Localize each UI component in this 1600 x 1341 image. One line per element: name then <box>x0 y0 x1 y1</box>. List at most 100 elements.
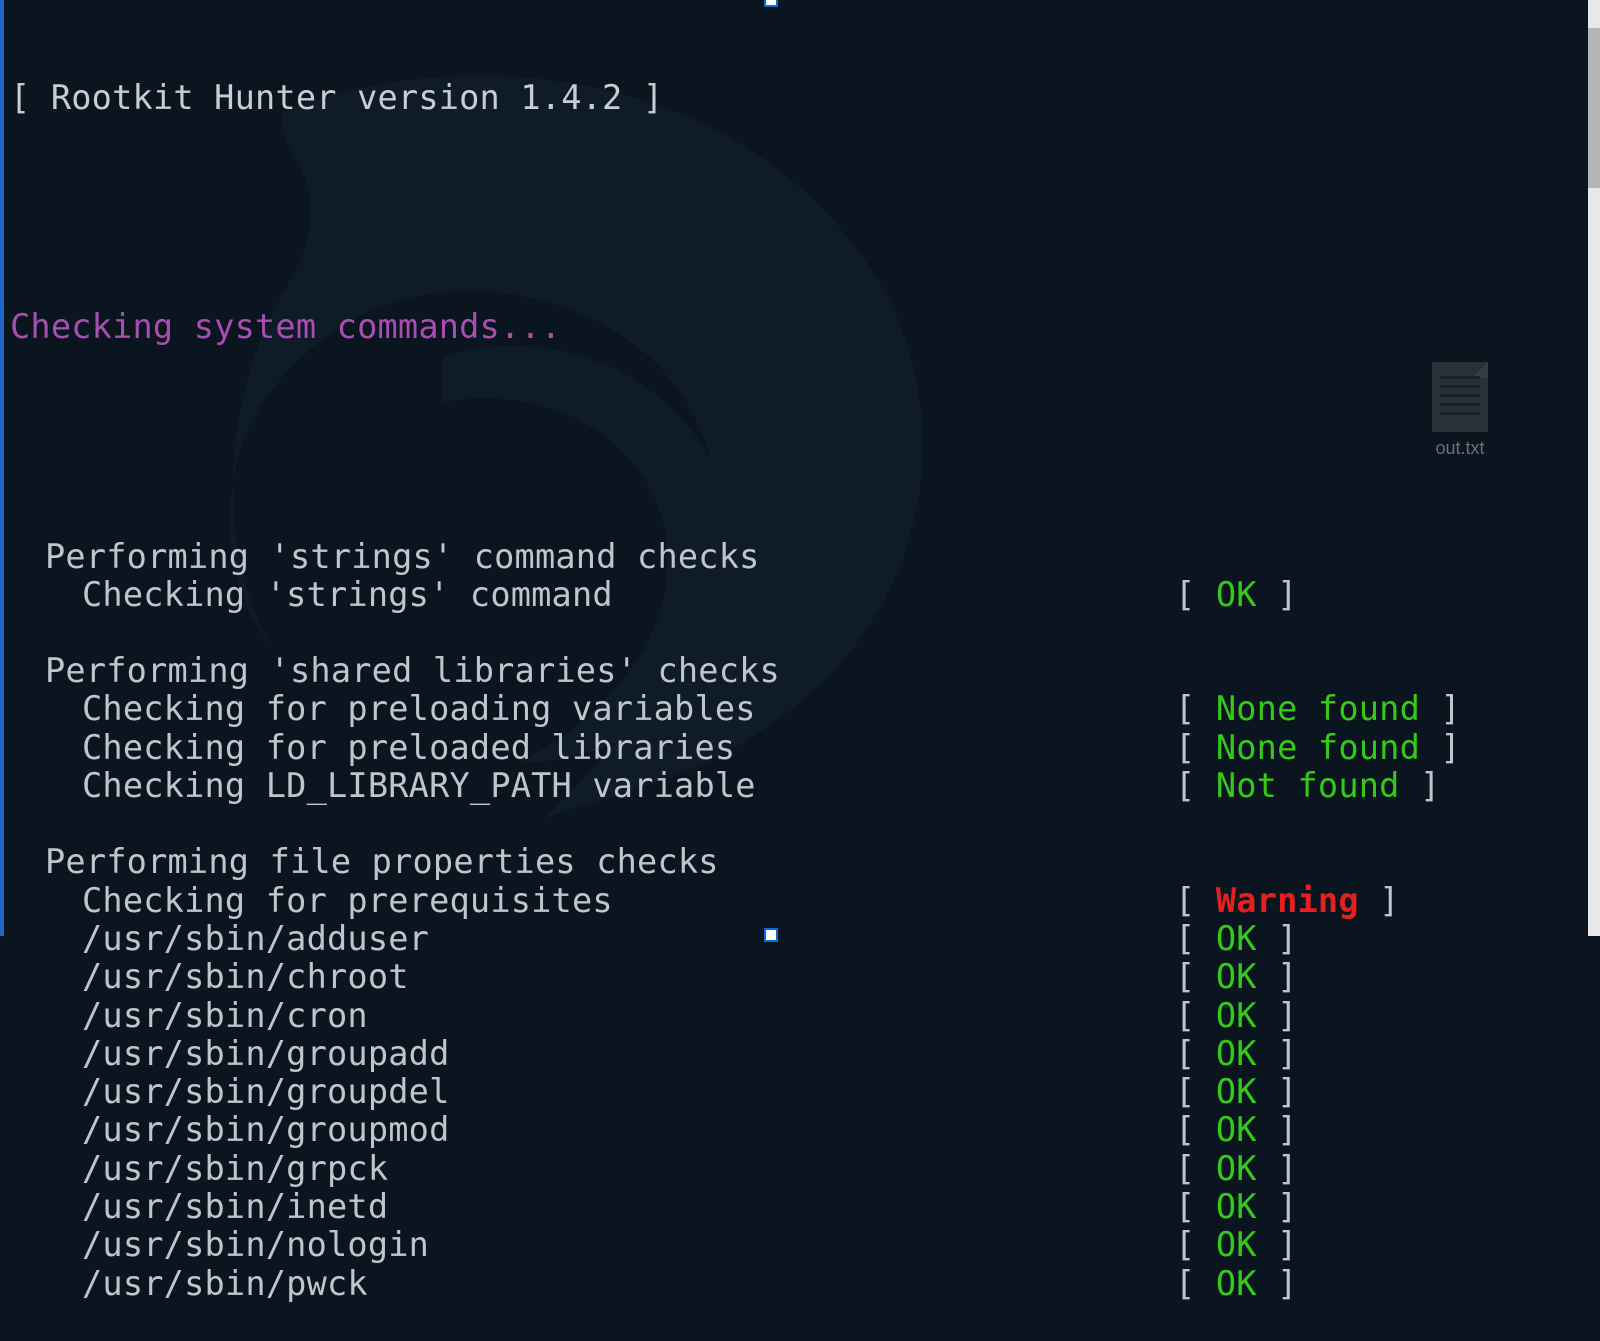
bracket-close: ] <box>1400 766 1441 805</box>
check-row: /usr/sbin/grpck[ OK ] <box>10 1150 1578 1188</box>
status-value: OK <box>1216 1110 1257 1149</box>
check-status: [ OK ] <box>1175 1226 1578 1264</box>
bracket-close: ] <box>1257 996 1298 1035</box>
check-row: /usr/sbin/groupdel[ OK ] <box>10 1073 1578 1111</box>
status-value: OK <box>1216 1149 1257 1188</box>
check-row: /usr/sbin/inetd[ OK ] <box>10 1188 1578 1226</box>
check-status: [ None found ] <box>1175 729 1578 767</box>
scrollbar-thumb[interactable] <box>1588 28 1600 188</box>
check-row: Checking LD_LIBRARY_PATH variable[ Not f… <box>10 767 1578 805</box>
check-text: /usr/sbin/nologin <box>10 1226 1175 1264</box>
status-value: OK <box>1216 1072 1257 1111</box>
check-status: [ OK ] <box>1175 576 1578 614</box>
check-row: Checking for preloading variables[ None … <box>10 690 1578 728</box>
group-header: Performing file properties checks <box>10 843 1578 881</box>
bracket-open: [ <box>1175 996 1216 1035</box>
check-status: [ OK ] <box>1175 1073 1578 1111</box>
bracket-close: ] <box>1257 919 1298 958</box>
bracket-open: [ <box>1175 1264 1216 1303</box>
group-header: Performing 'shared libraries' checks <box>10 652 1578 690</box>
section-heading: Checking system commands... <box>10 308 1578 346</box>
check-row: /usr/sbin/pwck[ OK ] <box>10 1265 1578 1303</box>
bracket-open: [ <box>1175 919 1216 958</box>
check-status: [ OK ] <box>1175 1111 1578 1149</box>
status-value: OK <box>1216 919 1257 958</box>
check-row: /usr/sbin/groupadd[ OK ] <box>10 1035 1578 1073</box>
check-status: [ None found ] <box>1175 690 1578 728</box>
bracket-open: [ <box>1175 766 1216 805</box>
status-value: None found <box>1216 689 1420 728</box>
check-row: Checking 'strings' command[ OK ] <box>10 576 1578 614</box>
check-status: [ OK ] <box>1175 958 1578 996</box>
status-value: OK <box>1216 575 1257 614</box>
check-row: Checking for prerequisites[ Warning ] <box>10 882 1578 920</box>
check-row: /usr/sbin/groupmod[ OK ] <box>10 1111 1578 1149</box>
bracket-open: [ <box>1175 689 1216 728</box>
check-status: [ OK ] <box>1175 920 1578 958</box>
check-status: [ OK ] <box>1175 1188 1578 1226</box>
bracket-open: [ <box>1175 575 1216 614</box>
bracket-open: [ <box>1175 1110 1216 1149</box>
check-status: [ OK ] <box>1175 1035 1578 1073</box>
check-status: [ OK ] <box>1175 1265 1578 1303</box>
bracket-close: ] <box>1257 1110 1298 1149</box>
spacer <box>10 614 1578 652</box>
bracket-open: [ <box>1175 1034 1216 1073</box>
bracket-close: ] <box>1257 1034 1298 1073</box>
check-text: /usr/sbin/adduser <box>10 920 1175 958</box>
check-text: /usr/sbin/groupadd <box>10 1035 1175 1073</box>
bracket-open: [ <box>1175 728 1216 767</box>
check-text: /usr/sbin/groupmod <box>10 1111 1175 1149</box>
spacer <box>10 423 1578 461</box>
bracket-open: [ <box>1175 957 1216 996</box>
check-status: [ Warning ] <box>1175 882 1578 920</box>
status-value: OK <box>1216 957 1257 996</box>
status-value: OK <box>1216 1264 1257 1303</box>
bracket-close: ] <box>1257 957 1298 996</box>
bracket-close: ] <box>1420 689 1461 728</box>
check-text: Checking 'strings' command <box>10 576 1175 614</box>
status-value: Warning <box>1216 881 1359 920</box>
bracket-close: ] <box>1420 728 1461 767</box>
check-text: /usr/sbin/cron <box>10 997 1175 1035</box>
check-text: /usr/sbin/grpck <box>10 1150 1175 1188</box>
bracket-open: [ <box>1175 1149 1216 1188</box>
terminal-output[interactable]: [ Rootkit Hunter version 1.4.2 ] Checkin… <box>0 0 1588 936</box>
group-header: Performing 'strings' command checks <box>10 538 1578 576</box>
check-row: /usr/sbin/cron[ OK ] <box>10 997 1578 1035</box>
selection-handle-top[interactable] <box>764 0 778 7</box>
check-row: /usr/sbin/nologin[ OK ] <box>10 1226 1578 1264</box>
bracket-open: [ <box>1175 1187 1216 1226</box>
check-text: /usr/sbin/groupdel <box>10 1073 1175 1111</box>
spacer <box>10 805 1578 843</box>
status-value: OK <box>1216 996 1257 1035</box>
bracket-close: ] <box>1257 1072 1298 1111</box>
status-value: None found <box>1216 728 1420 767</box>
bracket-close: ] <box>1257 1187 1298 1226</box>
app-title: [ Rootkit Hunter version 1.4.2 ] <box>10 79 1578 117</box>
bracket-open: [ <box>1175 881 1216 920</box>
check-status: [ Not found ] <box>1175 767 1578 805</box>
spacer <box>10 193 1578 231</box>
check-row: Checking for preloaded libraries[ None f… <box>10 729 1578 767</box>
status-value: OK <box>1216 1225 1257 1264</box>
bracket-close: ] <box>1257 1225 1298 1264</box>
bracket-close: ] <box>1257 1264 1298 1303</box>
check-text: /usr/sbin/chroot <box>10 958 1175 996</box>
status-value: Not found <box>1216 766 1400 805</box>
bracket-open: [ <box>1175 1072 1216 1111</box>
check-text: Checking for preloaded libraries <box>10 729 1175 767</box>
bracket-close: ] <box>1359 881 1400 920</box>
check-text: /usr/sbin/pwck <box>10 1265 1175 1303</box>
check-text: /usr/sbin/inetd <box>10 1188 1175 1226</box>
check-text: Checking LD_LIBRARY_PATH variable <box>10 767 1175 805</box>
check-status: [ OK ] <box>1175 1150 1578 1188</box>
bracket-open: [ <box>1175 1225 1216 1264</box>
check-row: /usr/sbin/chroot[ OK ] <box>10 958 1578 996</box>
status-value: OK <box>1216 1187 1257 1226</box>
status-value: OK <box>1216 1034 1257 1073</box>
selection-handle-bottom[interactable] <box>764 928 778 942</box>
check-row: /usr/sbin/adduser[ OK ] <box>10 920 1578 958</box>
bracket-close: ] <box>1257 575 1298 614</box>
check-text: Checking for prerequisites <box>10 882 1175 920</box>
